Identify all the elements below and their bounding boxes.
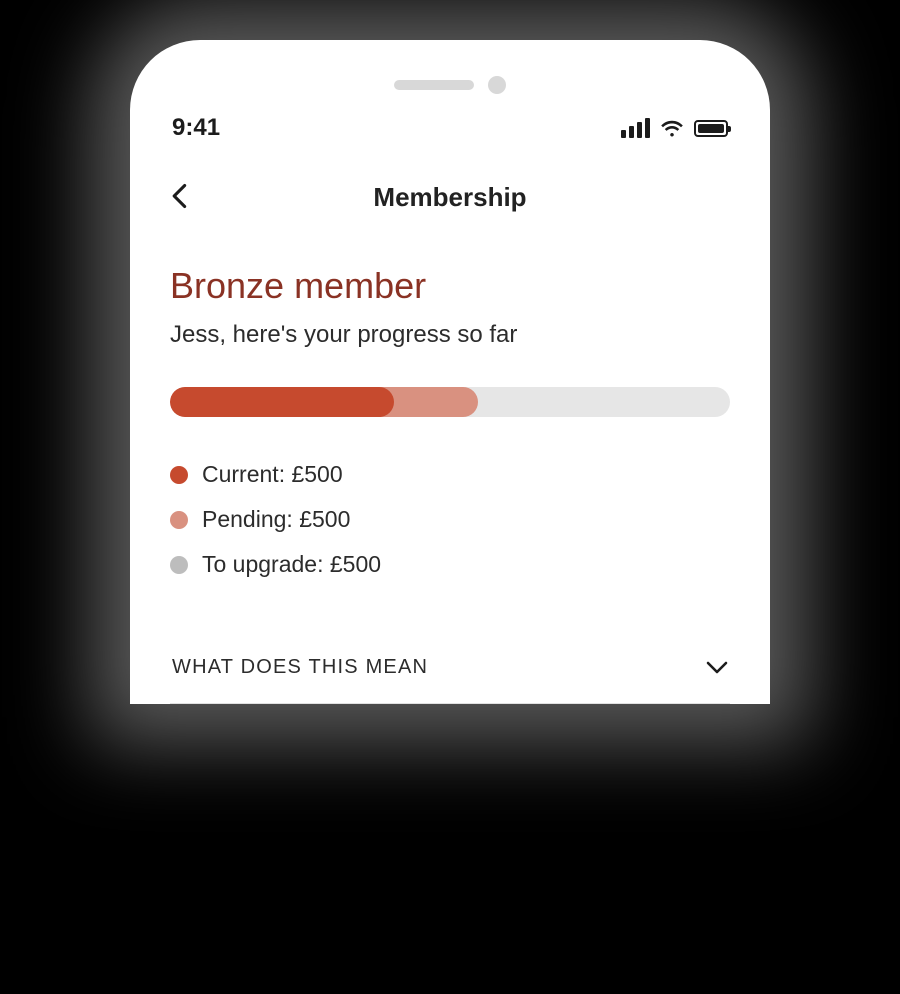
legend-pending: Pending: £500 — [170, 506, 730, 533]
battery-icon — [694, 120, 728, 137]
progress-legend: Current: £500 Pending: £500 To upgrade: … — [170, 461, 730, 578]
accordion-what-does-this-mean[interactable]: WHAT DOES THIS MEAN — [170, 638, 730, 704]
chevron-down-icon — [706, 661, 728, 675]
legend-upgrade: To upgrade: £500 — [170, 551, 730, 578]
cellular-signal-icon — [621, 118, 650, 138]
legend-pending-label: Pending: £500 — [202, 506, 350, 533]
tier-subtitle: Jess, here's your progress so far — [170, 321, 730, 349]
legend-current: Current: £500 — [170, 461, 730, 488]
progress-current-fill — [170, 387, 394, 417]
status-time: 9:41 — [172, 114, 220, 142]
accordion-label: WHAT DOES THIS MEAN — [172, 656, 428, 679]
dot-pending-icon — [170, 511, 188, 529]
dot-current-icon — [170, 466, 188, 484]
legend-upgrade-label: To upgrade: £500 — [202, 551, 381, 578]
back-button[interactable] — [166, 182, 194, 210]
dot-upgrade-icon — [170, 556, 188, 574]
content: Bronze member Jess, here's your progress… — [130, 223, 770, 704]
page-title: Membership — [373, 182, 526, 213]
nav-bar: Membership — [130, 148, 770, 223]
status-icons — [621, 118, 728, 138]
phone-frame: 9:41 Membership Bronze member Jess, here… — [130, 40, 770, 704]
tier-title: Bronze member — [170, 265, 730, 307]
wifi-icon — [660, 119, 684, 137]
status-bar: 9:41 — [130, 102, 770, 148]
progress-bar — [170, 387, 730, 417]
legend-current-label: Current: £500 — [202, 461, 343, 488]
phone-speaker — [130, 40, 770, 102]
